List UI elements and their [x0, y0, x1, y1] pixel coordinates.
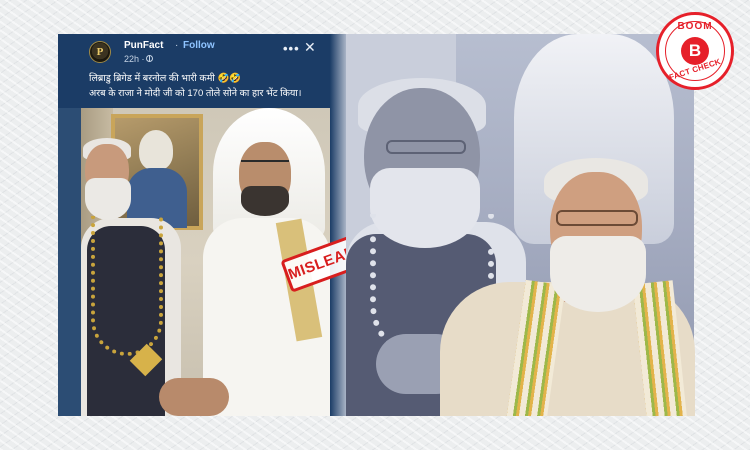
- boom-fact-check-logo: BOOM B FACT CHECK: [656, 12, 734, 90]
- post-header: P PunFact · Follow 22h · ••• ✕ लिब्राडु …: [58, 34, 333, 108]
- separator: ·: [175, 40, 179, 51]
- person-left-beard: [85, 178, 131, 220]
- post-caption-line-2: अरब के राजा ने मोदी जी को 170 तोले सोने …: [89, 88, 302, 99]
- portrait-cutout: [440, 132, 695, 416]
- handshake: [159, 378, 229, 416]
- more-options-icon[interactable]: •••: [283, 41, 300, 56]
- post-caption-line-1: लिब्राडु ब्रिगेड में बरनोल की भारी कमी 🤣…: [89, 73, 242, 84]
- page-avatar[interactable]: P: [89, 41, 111, 63]
- divider: [330, 34, 346, 416]
- post-timestamp[interactable]: 22h ·: [124, 54, 145, 64]
- portrait-glasses: [556, 210, 638, 226]
- badge-top-text: BOOM: [677, 21, 713, 32]
- globe-icon: [146, 55, 153, 62]
- portrait-beard: [550, 236, 646, 312]
- person-right-glasses: [241, 160, 289, 172]
- page-name[interactable]: PunFact: [124, 40, 163, 51]
- gold-necklace: [91, 216, 163, 356]
- social-post-screenshot: P PunFact · Follow 22h · ••• ✕ लिब्राडु …: [58, 34, 333, 416]
- follow-button[interactable]: Follow: [183, 40, 215, 51]
- person-right-beard: [241, 186, 289, 216]
- close-icon[interactable]: ✕: [304, 39, 316, 56]
